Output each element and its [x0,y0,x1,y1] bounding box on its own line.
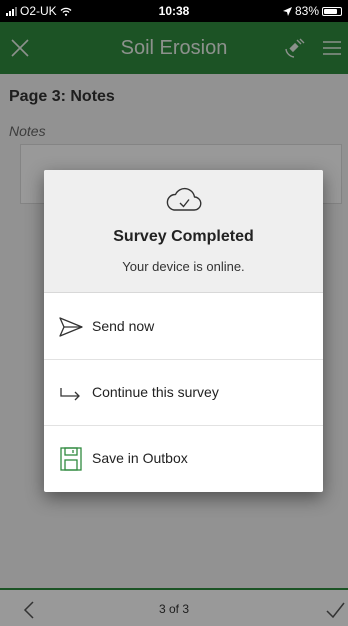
status-right: 83% [282,4,342,18]
battery-icon [322,6,342,16]
save-outbox-label: Save in Outbox [92,450,188,466]
status-bar: O2-UK 10:38 83% [0,0,348,22]
save-icon [60,447,82,471]
cloud-check-icon [166,187,202,211]
send-now-label: Send now [92,318,155,334]
dialog-subtitle: Your device is online. [122,259,245,274]
continue-arrow-icon [60,388,80,401]
save-outbox-option[interactable]: Save in Outbox [44,426,323,492]
dialog-title: Survey Completed [113,228,254,245]
send-now-option[interactable]: Send now [44,294,323,360]
send-icon [59,317,83,337]
survey-completed-dialog: Survey Completed Your device is online. … [44,170,323,492]
continue-survey-option[interactable]: Continue this survey [44,360,323,426]
battery-percent: 83% [294,4,319,18]
location-arrow-icon [282,6,292,16]
dialog-header: Survey Completed Your device is online. [44,170,323,293]
continue-survey-label: Continue this survey [92,384,219,400]
